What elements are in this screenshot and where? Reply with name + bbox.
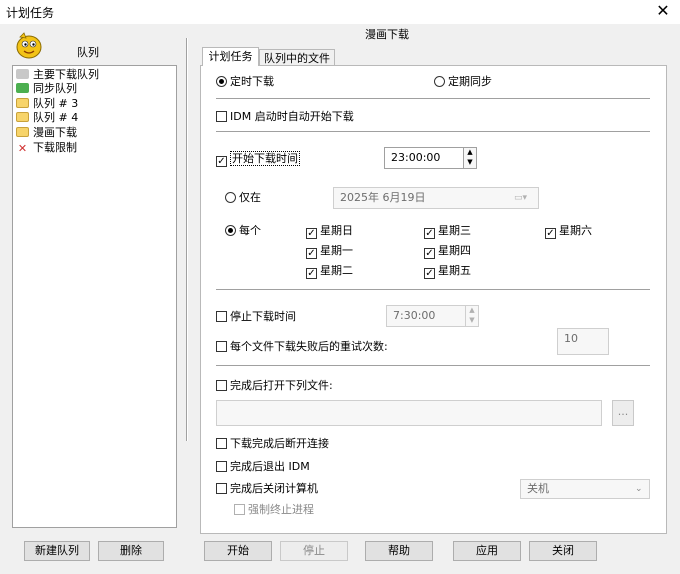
radio-periodic[interactable]: 定期同步 xyxy=(434,75,492,89)
day-thursday[interactable]: ✓ 星期四 xyxy=(424,244,471,259)
checkbox-icon xyxy=(216,438,227,449)
check-icon: ✓ xyxy=(424,268,435,279)
delete-queue-button[interactable]: 删除 xyxy=(98,541,164,561)
shutdown-checkbox[interactable]: 完成后关闭计算机 xyxy=(216,482,318,496)
stop-time-input[interactable]: 7:30:00 xyxy=(386,305,466,327)
check-icon: ✓ xyxy=(424,228,435,239)
spin-down-icon[interactable]: ▼ xyxy=(464,158,476,168)
radio-only-on[interactable]: 仅在 xyxy=(225,191,261,205)
radio-every[interactable]: 每个 xyxy=(225,224,261,238)
start-time-checkbox[interactable]: ✓ 开始下载时间 xyxy=(216,151,300,167)
start-time-input[interactable]: 23:00:00 xyxy=(384,147,464,169)
day-saturday[interactable]: ✓ 星期六 xyxy=(545,224,592,239)
hang-up-checkbox[interactable]: 下载完成后断开连接 xyxy=(216,437,329,451)
calendar-dropdown-icon[interactable]: ▭▾ xyxy=(514,188,527,208)
day-sunday[interactable]: ✓ 星期日 xyxy=(306,224,353,239)
queue-header: 队列 xyxy=(77,46,99,59)
checkbox-icon xyxy=(216,111,227,122)
day-monday[interactable]: ✓ 星期一 xyxy=(306,244,353,259)
spin-down-icon[interactable]: ▼ xyxy=(466,316,478,326)
checkbox-icon xyxy=(234,504,245,515)
tab-schedule[interactable]: 计划任务 xyxy=(202,47,259,66)
check-icon: ✓ xyxy=(424,248,435,259)
folder-icon xyxy=(16,112,29,122)
radio-checked-icon xyxy=(225,225,236,236)
idm-start-checkbox[interactable]: IDM 启动时自动开始下载 xyxy=(216,110,354,124)
separator xyxy=(216,365,650,366)
force-terminate-checkbox[interactable]: 强制终止进程 xyxy=(234,503,314,517)
folder-icon xyxy=(16,98,29,108)
idm-logo-icon xyxy=(14,30,44,60)
red-x-icon: ✕ xyxy=(16,142,29,155)
open-file-path[interactable] xyxy=(216,400,602,426)
new-queue-button[interactable]: 新建队列 xyxy=(24,541,90,561)
day-wednesday[interactable]: ✓ 星期三 xyxy=(424,224,471,239)
queue-list[interactable]: 主要下载队列 同步队列 队列 # 3 队列 # 4 漫画下载 ✕ 下载限制 xyxy=(12,65,177,528)
close-button[interactable]: 关闭 xyxy=(529,541,597,561)
queue-item[interactable]: 队列 # 4 xyxy=(13,111,78,125)
check-icon: ✓ xyxy=(306,248,317,259)
chevron-down-icon: ⌄ xyxy=(635,484,643,494)
stop-time-checkbox[interactable]: 停止下载时间 xyxy=(216,310,296,324)
retry-input[interactable]: 10 xyxy=(557,328,609,355)
close-icon[interactable]: ✕ xyxy=(652,1,674,21)
start-button[interactable]: 开始 xyxy=(204,541,272,561)
check-icon: ✓ xyxy=(216,156,227,167)
apply-button[interactable]: 应用 xyxy=(453,541,521,561)
clock-queue-icon xyxy=(16,69,29,79)
exit-idm-checkbox[interactable]: 完成后退出 IDM xyxy=(216,460,310,474)
separator xyxy=(216,289,650,290)
spin-up-icon[interactable]: ▲ xyxy=(466,306,478,316)
help-button[interactable]: 帮助 xyxy=(365,541,433,561)
radio-checked-icon xyxy=(216,76,227,87)
queue-item[interactable]: 漫画下载 xyxy=(13,126,77,140)
folder-icon xyxy=(16,127,29,137)
checkbox-icon xyxy=(216,311,227,322)
day-tuesday[interactable]: ✓ 星期二 xyxy=(306,264,353,279)
radio-unchecked-icon xyxy=(434,76,445,87)
vertical-divider xyxy=(186,38,188,441)
window-title: 计划任务 xyxy=(6,6,55,20)
queue-item[interactable]: 主要下载队列 xyxy=(13,68,99,82)
check-icon: ✓ xyxy=(306,228,317,239)
date-picker[interactable]: 2025年 6月19日 ▭▾ xyxy=(333,187,539,209)
queue-item[interactable]: ✕ 下载限制 xyxy=(13,141,77,155)
separator xyxy=(216,131,650,132)
open-file-checkbox[interactable]: 完成后打开下列文件: xyxy=(216,379,333,393)
checkbox-icon xyxy=(216,483,227,494)
separator xyxy=(216,98,650,99)
title-bar xyxy=(0,0,680,24)
queue-item[interactable]: 队列 # 3 xyxy=(13,97,78,111)
checkbox-icon xyxy=(216,380,227,391)
start-time-spinner[interactable]: ▲ ▼ xyxy=(463,147,477,169)
radio-once[interactable]: 定时下载 xyxy=(216,75,274,89)
stop-button[interactable]: 停止 xyxy=(280,541,348,561)
check-icon: ✓ xyxy=(306,268,317,279)
browse-button[interactable]: ... xyxy=(612,400,634,426)
green-folder-icon xyxy=(16,83,29,93)
checkbox-icon xyxy=(216,341,227,352)
shutdown-mode-select[interactable]: 关机 ⌄ xyxy=(520,479,650,499)
checkbox-icon xyxy=(216,461,227,472)
stop-time-spinner[interactable]: ▲ ▼ xyxy=(465,305,479,327)
radio-unchecked-icon xyxy=(225,192,236,203)
queue-item[interactable]: 同步队列 xyxy=(13,82,77,96)
day-friday[interactable]: ✓ 星期五 xyxy=(424,264,471,279)
retry-checkbox[interactable]: 每个文件下载失败后的重试次数: xyxy=(216,340,388,354)
check-icon: ✓ xyxy=(545,228,556,239)
spin-up-icon[interactable]: ▲ xyxy=(464,148,476,158)
queue-title: 漫画下载 xyxy=(365,28,409,41)
